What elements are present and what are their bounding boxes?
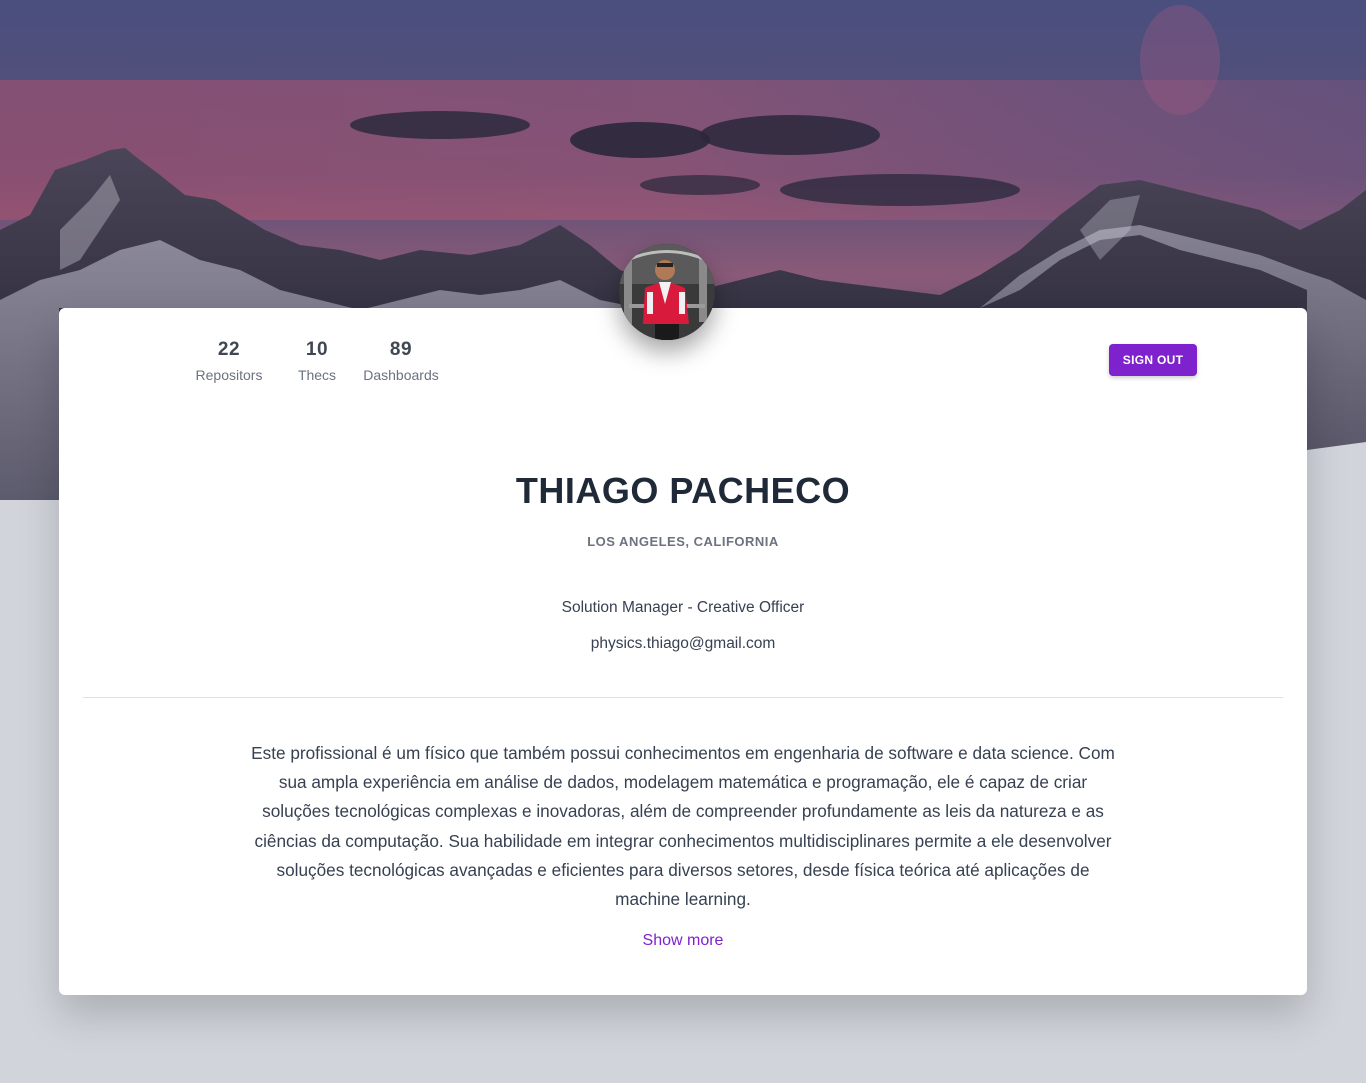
sign-out-button[interactable]: SIGN OUT xyxy=(1109,344,1197,376)
stat-repositors: 22 Repositors xyxy=(195,338,263,384)
stat-label: Thecs xyxy=(297,367,337,383)
profile-bio: Este profissional é um físico que também… xyxy=(251,743,1115,910)
profile-name: THIAGO PACHECO xyxy=(515,470,851,511)
show-more-link[interactable]: Show more xyxy=(59,932,1307,950)
stat-value: 22 xyxy=(217,339,241,360)
stat-label: Dashboards xyxy=(363,367,439,383)
profile-card: 22 Repositors 10 Thecs 89 Dashboards SIG… xyxy=(59,308,1307,995)
stats-row: 22 Repositors 10 Thecs 89 Dashboards xyxy=(195,338,439,384)
profile-email: physics.thiago@gmail.com xyxy=(590,635,776,652)
profile-role: Solution Manager - Creative Officer xyxy=(561,599,805,616)
stat-dashboards: 89 Dashboards xyxy=(363,338,439,384)
profile-location: LOS ANGELES, CALIFORNIA xyxy=(587,534,779,549)
avatar xyxy=(619,244,715,340)
stat-label: Repositors xyxy=(195,367,263,383)
stat-thecs: 10 Thecs xyxy=(287,338,347,384)
divider xyxy=(83,697,1283,698)
stat-value: 10 xyxy=(305,339,329,360)
stat-value: 89 xyxy=(389,339,413,360)
